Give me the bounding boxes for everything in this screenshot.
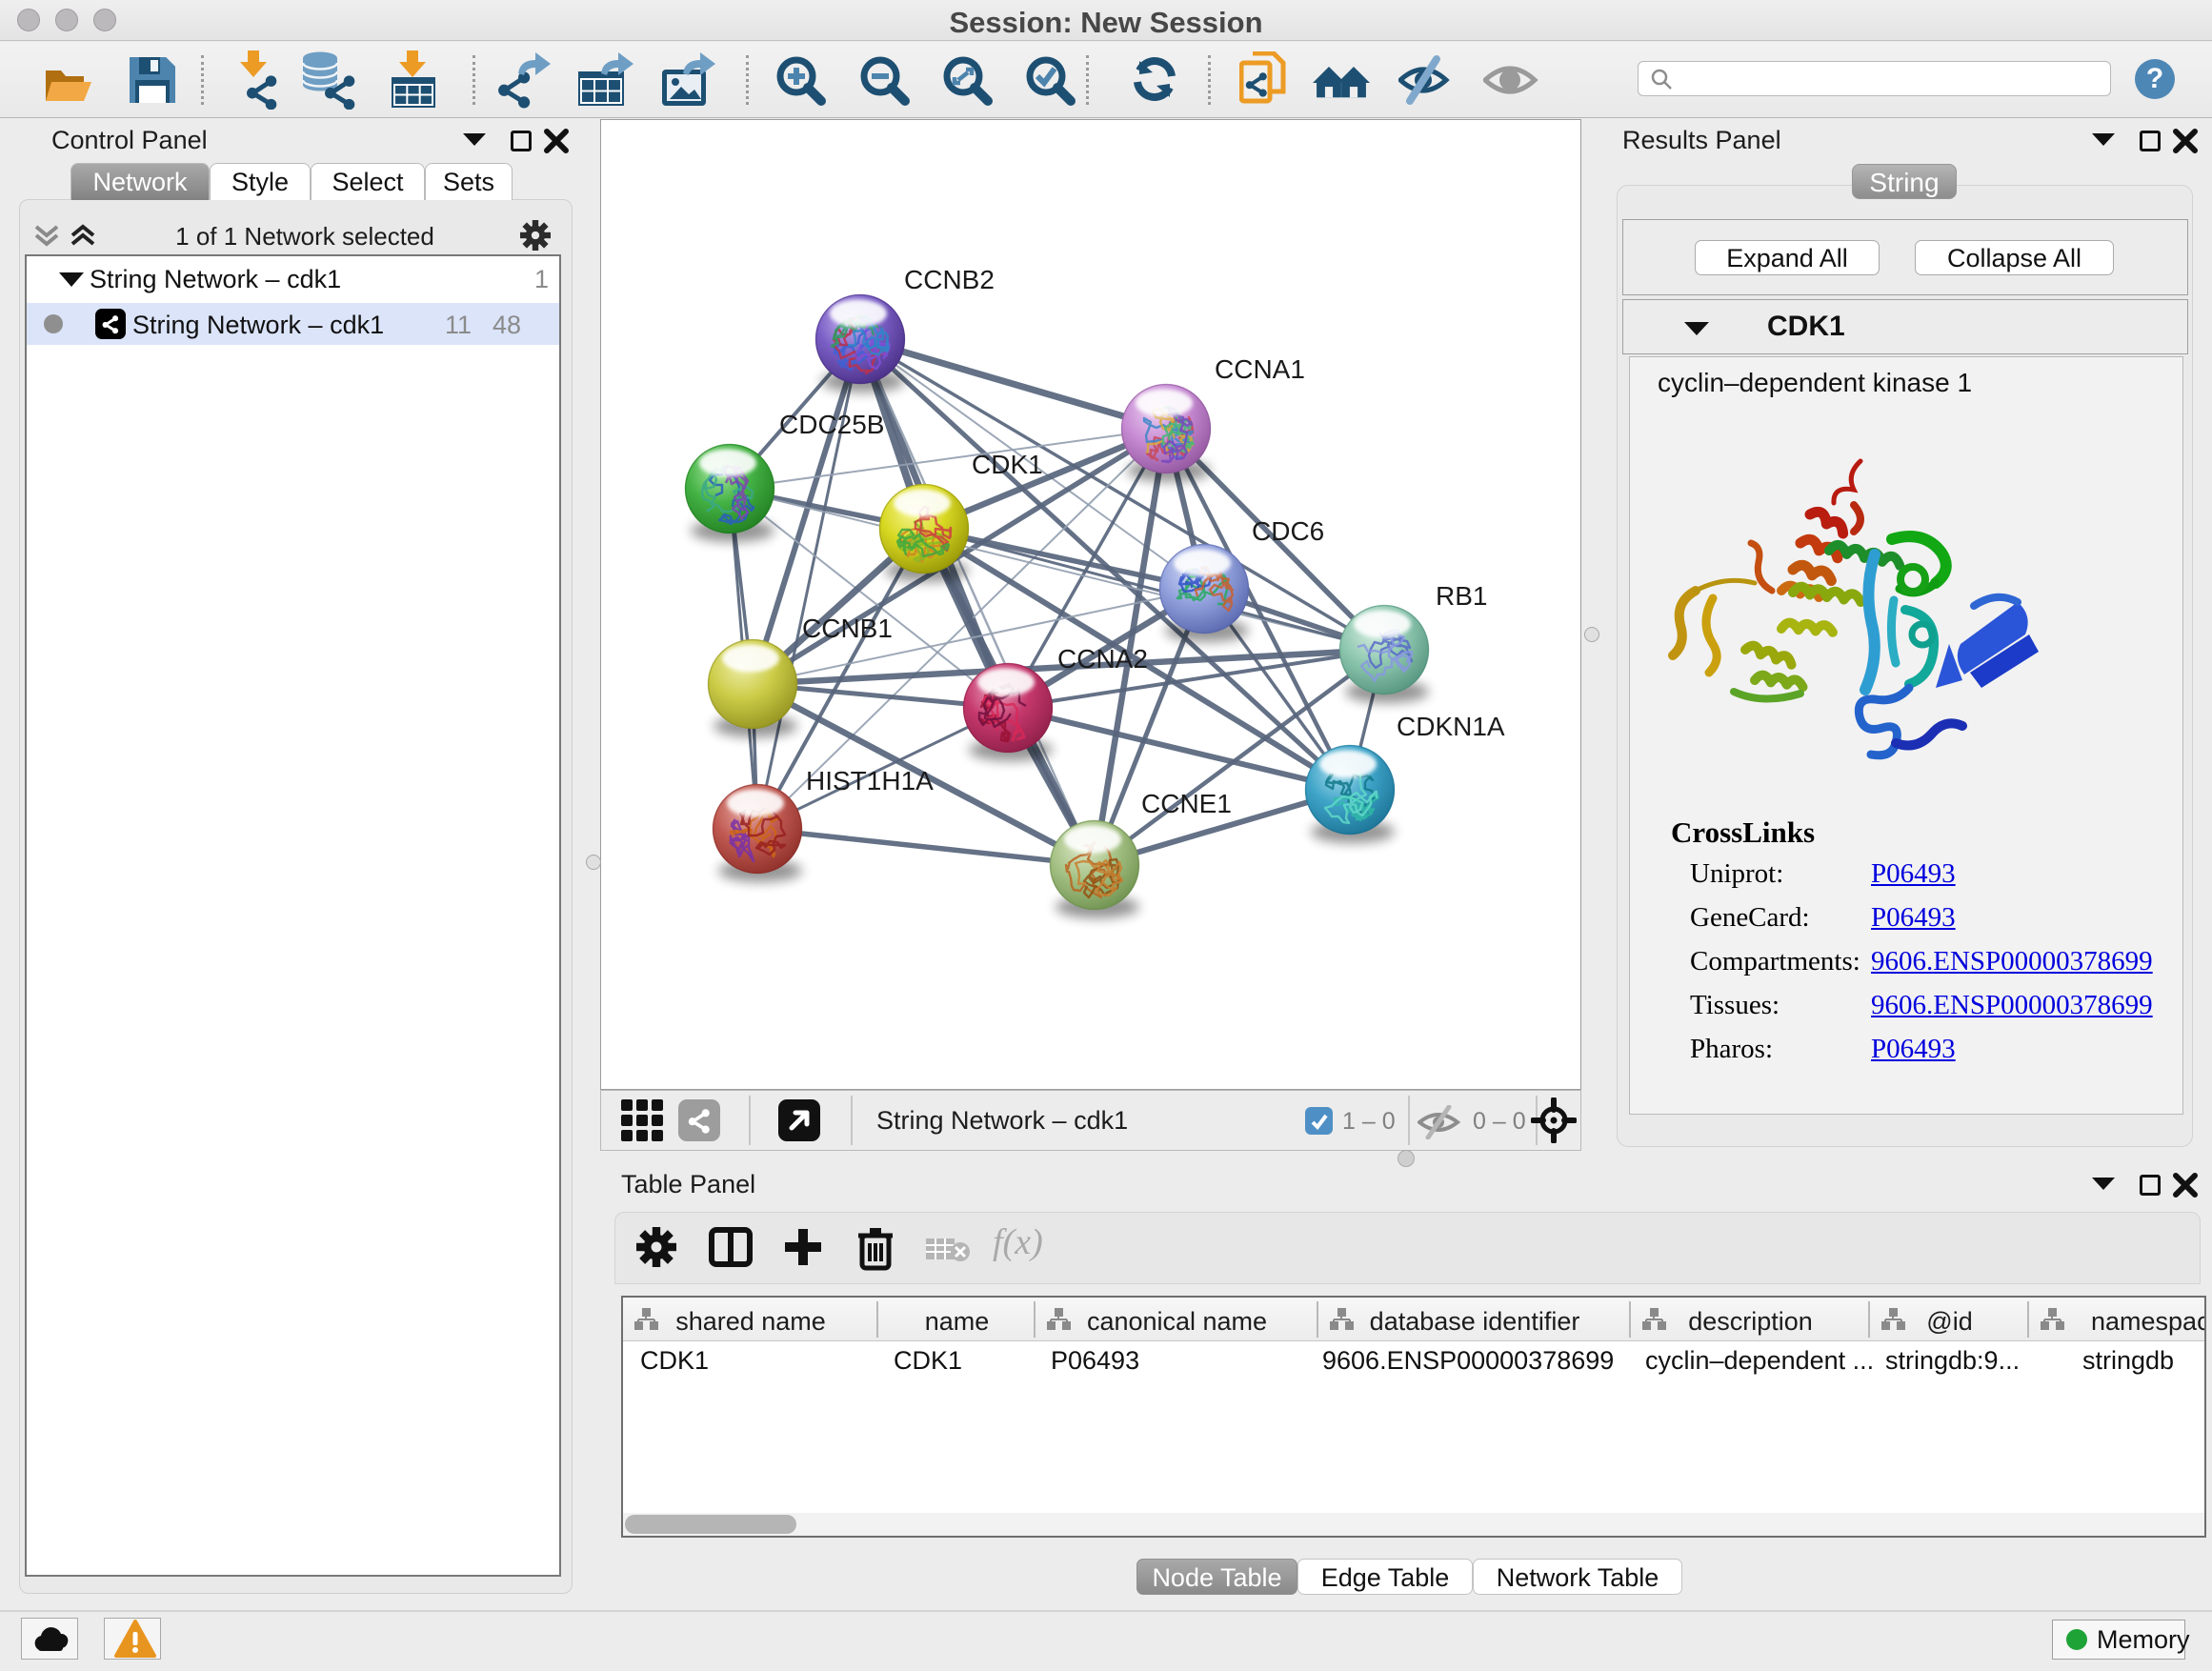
svg-text:CDC25B: CDC25B: [779, 410, 884, 439]
svg-text:CDK1: CDK1: [972, 450, 1043, 479]
svg-text:CCNB1: CCNB1: [802, 614, 893, 643]
svg-text:RB1: RB1: [1436, 581, 1487, 611]
svg-text:CDKN1A: CDKN1A: [1397, 712, 1505, 741]
svg-text:CCNA1: CCNA1: [1215, 354, 1305, 384]
svg-text:CCNA2: CCNA2: [1057, 644, 1148, 674]
svg-text:CCNE1: CCNE1: [1141, 789, 1232, 818]
svg-text:HIST1H1A: HIST1H1A: [806, 766, 934, 795]
svg-text:CDC6: CDC6: [1252, 516, 1324, 546]
svg-text:CCNB2: CCNB2: [904, 265, 995, 294]
